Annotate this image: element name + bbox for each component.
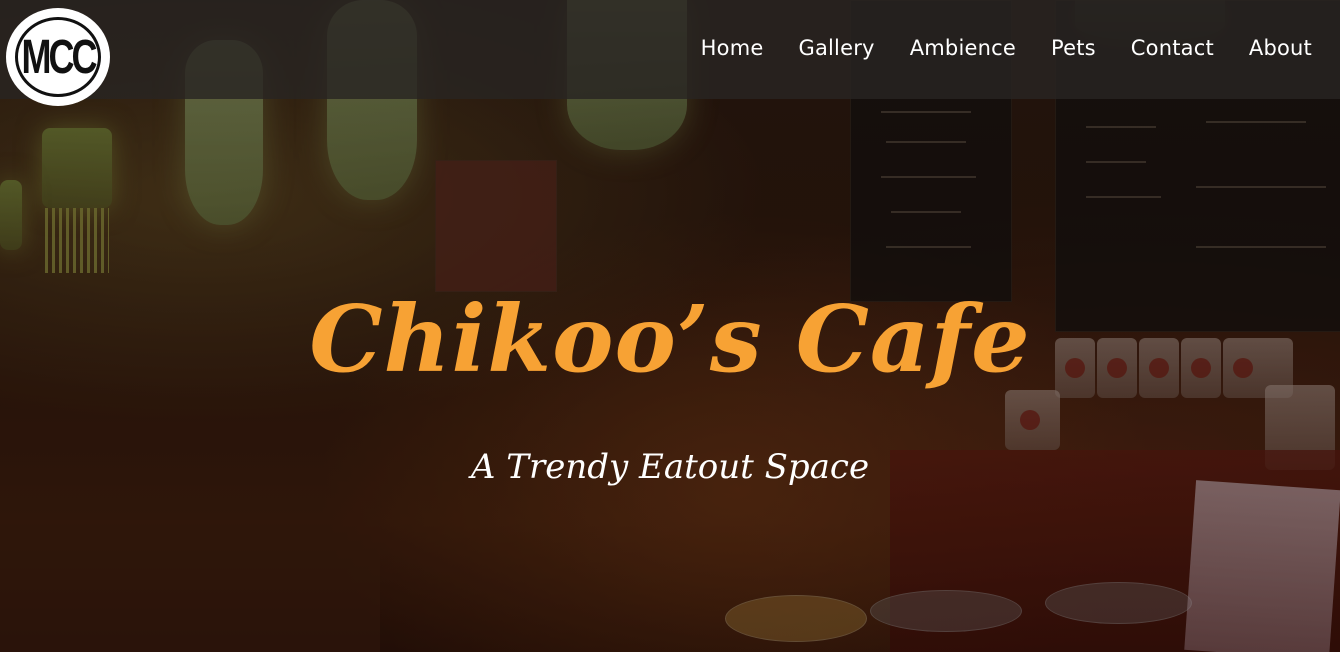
hero-section: MCC Home Gallery Ambience Pets Contact A… xyxy=(0,0,1340,652)
nav-link-gallery[interactable]: Gallery xyxy=(798,36,874,60)
nav-link-about[interactable]: About xyxy=(1249,36,1312,60)
nav-link-ambience[interactable]: Ambience xyxy=(910,36,1016,60)
logo-ring: MCC xyxy=(15,17,101,97)
hero-subtitle: A Trendy Eatout Space xyxy=(470,447,870,487)
nav-link-pets[interactable]: Pets xyxy=(1051,36,1096,60)
nav-links: Home Gallery Ambience Pets Contact About xyxy=(701,36,1312,60)
nav-link-home[interactable]: Home xyxy=(701,36,764,60)
top-navbar: MCC Home Gallery Ambience Pets Contact A… xyxy=(0,0,1340,106)
logo[interactable]: MCC xyxy=(6,8,110,106)
hero-title: Chikoo’s Cafe xyxy=(309,285,1031,393)
nav-link-contact[interactable]: Contact xyxy=(1131,36,1214,60)
logo-text: MCC xyxy=(21,28,98,84)
